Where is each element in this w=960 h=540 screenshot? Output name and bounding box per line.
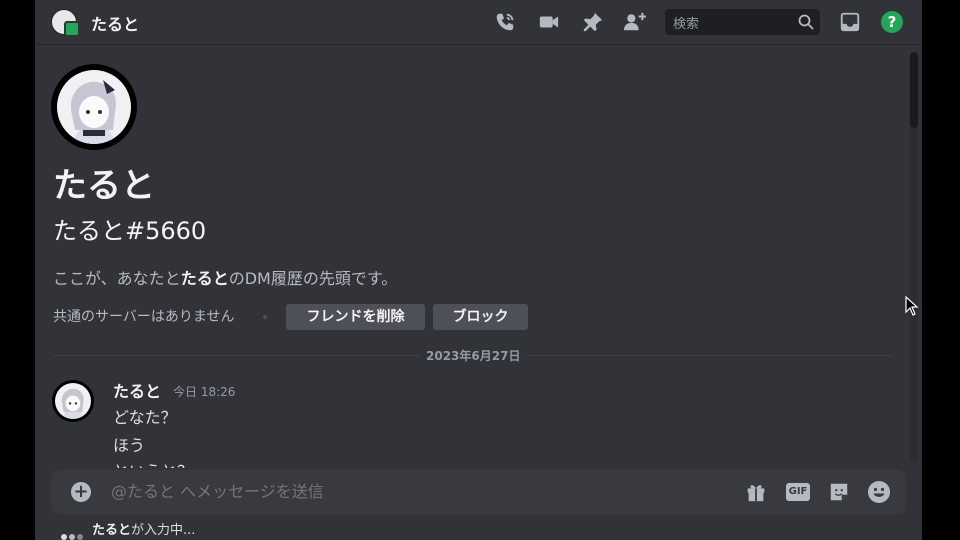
message-input[interactable] xyxy=(111,482,671,501)
profile-display-name: たると xyxy=(53,166,155,206)
block-button[interactable]: ブロック xyxy=(433,304,528,330)
typing-indicator-icon xyxy=(61,525,85,540)
gif-label: GIF xyxy=(786,483,810,501)
mobile-online-status-icon xyxy=(64,21,80,37)
separator-dot xyxy=(263,315,267,319)
message-line: ほう xyxy=(113,436,146,455)
date-divider-label: 2023年6月27日 xyxy=(420,347,527,364)
message-scrollbar[interactable] xyxy=(910,52,918,462)
mutual-servers-text: 共通のサーバーはありません xyxy=(53,309,235,325)
message-avatar[interactable] xyxy=(52,380,94,422)
header-title[interactable]: たると xyxy=(91,11,139,35)
message-author[interactable]: たると xyxy=(113,378,161,402)
pinned-messages-icon[interactable] xyxy=(581,10,605,34)
remove-friend-button[interactable]: フレンドを削除 xyxy=(286,304,425,330)
typing-dot xyxy=(77,534,83,540)
typing-dot xyxy=(69,534,75,540)
header-avatar[interactable] xyxy=(51,9,80,37)
inbox-icon[interactable] xyxy=(838,10,862,34)
typing-name: たると xyxy=(92,523,132,538)
message-avatar-image xyxy=(55,383,91,419)
channel-header: たると 検索 ? xyxy=(35,0,922,44)
upload-plus-icon[interactable]: + xyxy=(71,482,91,502)
message-line: どなた？ xyxy=(113,408,177,427)
emoji-icon[interactable] xyxy=(867,480,891,504)
search-placeholder: 検索 xyxy=(673,17,700,32)
gift-icon[interactable] xyxy=(744,480,768,504)
dm-intro-text: ここが、あなたとたるとのDM履歴の先頭です。 xyxy=(53,265,397,289)
profile-tag: たると#5660 xyxy=(53,217,207,245)
profile-avatar[interactable] xyxy=(51,64,137,150)
mouse-cursor-icon xyxy=(905,295,919,320)
video-call-icon[interactable] xyxy=(537,10,561,34)
search-icon xyxy=(798,14,814,34)
message-list[interactable]: たると たると#5660 ここが、あなたとたるとのDM履歴の先頭です。 共通のサ… xyxy=(35,44,910,468)
message-timestamp: 今日 18:26 xyxy=(173,385,236,399)
dm-window: たると 検索 ? たると たると#5660 ここが、あなたとたるとのDM履歴の先… xyxy=(35,0,922,540)
sticker-icon[interactable] xyxy=(827,480,851,504)
search-box[interactable]: 検索 xyxy=(665,9,820,35)
gif-picker-icon[interactable]: GIF xyxy=(786,480,810,504)
scrollbar-thumb[interactable] xyxy=(910,52,918,128)
message-line: というと？ xyxy=(113,458,193,468)
help-icon[interactable]: ? xyxy=(881,11,903,33)
typing-dot xyxy=(61,534,67,540)
voice-call-icon[interactable] xyxy=(493,10,517,34)
add-friends-to-dm-icon[interactable] xyxy=(623,10,647,34)
message-composer: + GIF xyxy=(51,470,906,514)
typing-indicator-text: たるとが入力中... xyxy=(92,519,195,538)
intro-name: たると xyxy=(180,269,229,288)
intro-suffix: のDM履歴の先頭です。 xyxy=(228,269,398,288)
profile-avatar-image xyxy=(57,70,131,144)
intro-prefix: ここが、あなたと xyxy=(53,269,181,288)
typing-suffix: が入力中... xyxy=(131,523,196,538)
